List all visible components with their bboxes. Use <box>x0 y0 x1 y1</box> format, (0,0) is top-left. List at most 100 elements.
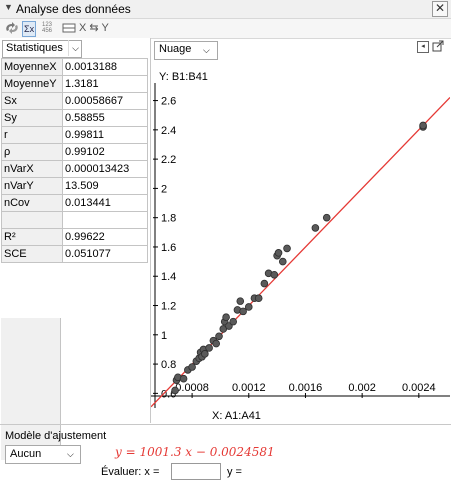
data-sheet-icon[interactable] <box>62 21 76 35</box>
stat-name: SCE <box>1 245 63 263</box>
x-tick-label: 0.0008 <box>175 382 209 394</box>
data-point <box>236 297 245 305</box>
chevron-down-icon: ⌵ <box>67 449 74 459</box>
stat-value: 0.051077 <box>62 245 148 263</box>
y-tick-label: 1.2 <box>161 301 176 313</box>
stat-value: 0.99622 <box>62 228 148 246</box>
stat-name <box>1 211 63 229</box>
stat-row: Sx 0.00058667 <box>1 92 148 110</box>
data-point <box>254 294 263 303</box>
y-tick-label: 0.8 <box>161 359 176 371</box>
data-point <box>311 224 320 232</box>
stat-value: 0.58855 <box>62 109 148 127</box>
window-title: Analyse des données <box>16 2 131 16</box>
divider <box>0 424 451 425</box>
evaluate-x-input[interactable] <box>171 463 221 480</box>
stat-value <box>62 211 148 229</box>
stat-name: MoyenneY <box>1 75 63 93</box>
stat-name: Sy <box>1 109 63 127</box>
stat-row: ρ 0.99102 <box>1 143 148 161</box>
y-tick-label: 1.6 <box>161 242 176 254</box>
data-point <box>201 350 209 358</box>
data-point <box>283 244 291 253</box>
data-point <box>239 307 247 316</box>
y-tick-label: 1.8 <box>161 213 176 225</box>
table-icon[interactable]: 123 456 <box>42 22 60 36</box>
data-point <box>205 344 213 352</box>
data-point <box>188 363 196 371</box>
fit-model-dropdown[interactable]: Aucun ⌵ <box>5 445 81 464</box>
data-points <box>171 121 427 395</box>
stat-value: 0.000013423 <box>62 160 148 178</box>
data-point <box>419 121 427 130</box>
stat-value: 0.0013188 <box>62 58 148 76</box>
stat-row: MoyenneX 0.0013188 <box>1 58 148 76</box>
stat-name: ρ <box>1 143 63 161</box>
chevron-down-icon: ⌵ <box>68 40 82 56</box>
evaluate-label: Évaluer: x = <box>101 466 160 478</box>
stat-name: Sx <box>1 92 63 110</box>
chevron-down-icon: ⌵ <box>203 45 210 55</box>
stat-row: nVarX 0.000013423 <box>1 160 148 178</box>
fit-model-label: Modèle d'ajustement <box>5 430 107 442</box>
x-axis-label: X: A1:A41 <box>212 410 261 422</box>
stat-row: r 0.99811 <box>1 126 148 144</box>
scatter-plot[interactable]: 0.60.811.21.41.61.822.22.42.60.0008 0.001… <box>151 83 450 408</box>
stat-value: 0.00058667 <box>62 92 148 110</box>
y-tick-label: 2 <box>161 183 167 195</box>
stat-row: Sy 0.58855 <box>1 109 148 127</box>
title-bar: ▼ Analyse des données ✕ <box>0 0 451 19</box>
swap-xy-icon[interactable]: X ⇆ Y <box>79 21 109 35</box>
stat-row: R² 0.99622 <box>1 228 148 246</box>
data-point <box>222 313 230 322</box>
data-point <box>179 374 188 383</box>
statistics-dropdown[interactable]: Statistiques ⌵ <box>2 40 82 58</box>
stat-value: 0.99102 <box>62 143 148 161</box>
evaluate-y-label: y = <box>227 466 242 478</box>
plot-type-dropdown[interactable]: Nuage ⌵ <box>154 41 218 60</box>
data-point <box>260 279 269 288</box>
stat-value: 13.509 <box>62 177 148 195</box>
settings-icon[interactable] <box>4 21 20 35</box>
statistics-table: MoyenneX 0.0013188 MoyenneY 1.3181 Sx 0.00058… <box>1 58 148 263</box>
stat-name: nVarX <box>1 160 63 178</box>
y-tick-label: 1.4 <box>161 271 176 283</box>
close-icon[interactable]: ✕ <box>432 1 448 17</box>
stat-name: MoyenneX <box>1 58 63 76</box>
stat-row: SCE 0.051077 <box>1 245 148 263</box>
plot-type-label: Nuage <box>159 43 192 55</box>
stat-row: nVarY 13.509 <box>1 177 148 195</box>
y-tick-label: 2.2 <box>161 154 176 166</box>
x-tick-label: 0.0024 <box>402 382 436 394</box>
fit-equation: y = 1001.3 x − 0.0024581 <box>115 445 275 459</box>
x-tick-label: 0.0012 <box>232 382 266 394</box>
stat-value: 1.3181 <box>62 75 148 93</box>
triangle-down-icon[interactable]: ▼ <box>4 2 13 12</box>
stat-row: nCov 0.013441 <box>1 194 148 212</box>
arrow-left-box-icon[interactable]: ◂ <box>417 41 429 53</box>
data-point <box>274 249 283 257</box>
sigma-stats-icon[interactable]: Σx <box>22 21 37 37</box>
y-tick-label: 1 <box>161 330 167 342</box>
data-point <box>212 339 220 348</box>
toolbar: Σx 123 456 X ⇆ Y <box>0 19 451 39</box>
export-icon[interactable] <box>432 40 444 52</box>
data-point <box>270 270 279 279</box>
stat-name: R² <box>1 228 63 246</box>
stat-name: nCov <box>1 194 63 212</box>
stat-name: nVarY <box>1 177 63 195</box>
stat-name: r <box>1 126 63 144</box>
statistics-dropdown-label: Statistiques <box>6 42 63 54</box>
data-point <box>322 213 331 222</box>
stat-row: MoyenneY 1.3181 <box>1 75 148 93</box>
y-tick-label: 2.6 <box>161 96 176 108</box>
data-point <box>244 303 253 311</box>
x-tick-label: 0.002 <box>348 382 376 394</box>
stat-value: 0.013441 <box>62 194 148 212</box>
x-tick-label: 0.0016 <box>289 382 323 394</box>
y-tick-label: 2.4 <box>161 125 176 137</box>
data-point <box>171 386 179 395</box>
data-point <box>215 332 223 341</box>
data-point <box>278 257 287 266</box>
statistics-panel: Statistiques ⌵ MoyenneX 0.0013188 MoyenneY… <box>0 38 151 460</box>
